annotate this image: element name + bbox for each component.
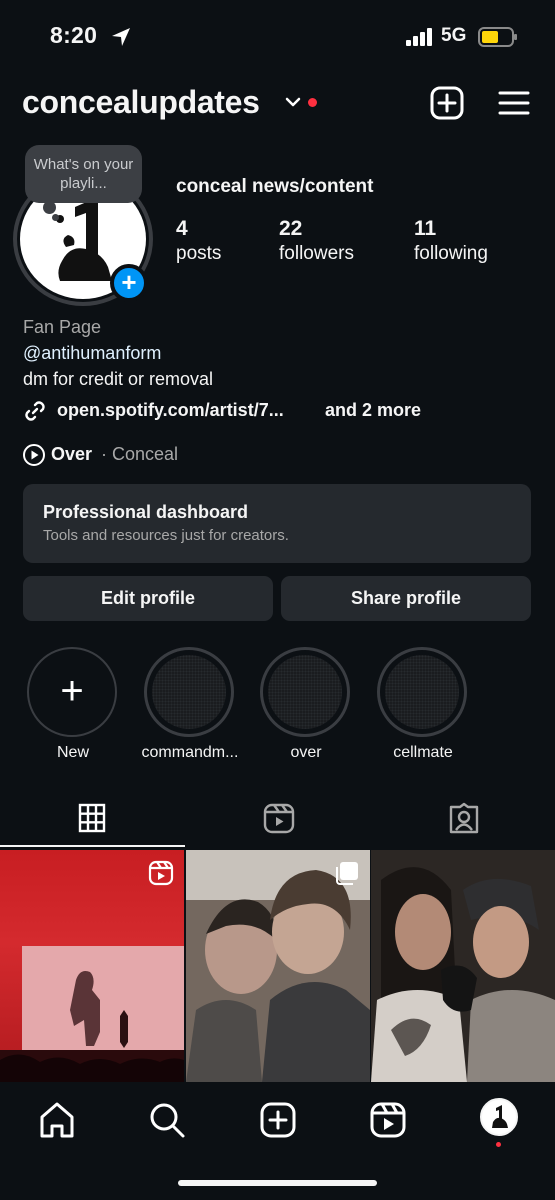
highlight-circle <box>144 647 234 737</box>
highlight-label: cellmate <box>393 744 453 761</box>
stat-value: 4 <box>176 217 188 240</box>
stat-posts[interactable]: 4 posts <box>176 217 221 267</box>
tagged-icon <box>449 802 479 834</box>
grid-icon <box>78 803 106 833</box>
dashboard-subtitle: Tools and resources just for creators. <box>43 527 289 544</box>
post-thumbnail[interactable] <box>0 850 184 1082</box>
avatar-logo-icon <box>492 1105 508 1128</box>
battery-icon <box>478 27 517 47</box>
tab-reels[interactable] <box>185 798 370 848</box>
stat-following[interactable]: 11 following <box>414 217 488 267</box>
highlight-circle <box>377 647 467 737</box>
share-profile-button[interactable]: Share profile <box>281 576 531 621</box>
bio-mention-link[interactable]: @antihumanform <box>23 343 161 364</box>
search-icon[interactable] <box>147 1100 187 1140</box>
professional-dashboard[interactable]: Professional dashboard Tools and resourc… <box>23 484 531 563</box>
create-icon[interactable] <box>258 1100 298 1140</box>
profile-music-artist: · Conceal <box>101 444 179 464</box>
chevron-down-icon[interactable] <box>285 96 301 108</box>
stat-value: 11 <box>414 217 437 240</box>
highlight-new[interactable]: + New <box>27 647 119 761</box>
highlight-cover <box>385 655 459 729</box>
note-tail <box>43 201 56 214</box>
reels-icon <box>148 860 174 886</box>
highlight-label: New <box>56 744 89 761</box>
highlight-item[interactable]: over <box>260 647 352 761</box>
posts-grid <box>0 850 555 1082</box>
plus-icon: + <box>121 267 137 297</box>
highlight-cover <box>152 655 226 729</box>
username-switcher[interactable]: concealupdates <box>22 84 260 121</box>
stat-label: following <box>414 243 488 264</box>
home-indicator[interactable] <box>178 1180 377 1186</box>
profile-header: concealupdates <box>0 82 555 126</box>
link-icon <box>25 401 45 421</box>
profile-music-title[interactable]: Over <box>51 444 92 465</box>
home-icon[interactable] <box>37 1100 77 1140</box>
status-bar: 8:20 5G <box>0 0 555 72</box>
reels-icon <box>263 803 295 834</box>
cellular-signal-icon <box>406 28 432 46</box>
stat-label: posts <box>176 243 222 264</box>
bio-category: Fan Page <box>23 317 102 337</box>
post-thumbnail[interactable] <box>186 850 370 1082</box>
highlight-item[interactable]: commandm... <box>142 647 238 761</box>
dashboard-title: Professional dashboard <box>43 502 249 522</box>
highlight-label: commandm... <box>141 744 239 761</box>
couple-photo <box>371 850 555 1082</box>
note-bubble[interactable]: What's on your playli... <box>25 145 142 203</box>
tab-posts-grid[interactable] <box>0 798 185 848</box>
bio-text: dm for credit or removal <box>23 369 214 389</box>
tab-tagged[interactable] <box>370 798 555 848</box>
display-name: conceal news/content <box>176 176 374 197</box>
notification-dot <box>308 98 317 107</box>
add-story-button[interactable]: + <box>110 264 148 302</box>
note-tail-small <box>52 214 59 221</box>
profile-tab-avatar[interactable] <box>480 1098 518 1136</box>
profile-tabs <box>0 798 555 848</box>
network-type: 5G <box>441 25 467 46</box>
bio-external-link[interactable]: open.spotify.com/artist/7... <box>57 400 284 421</box>
play-circle-icon[interactable] <box>22 443 46 467</box>
stat-value: 22 <box>279 217 303 240</box>
status-time: 8:20 <box>50 22 98 48</box>
bio-more-links[interactable]: and 2 more <box>325 400 421 421</box>
stat-followers[interactable]: 22 followers <box>279 217 354 267</box>
location-arrow-icon <box>112 28 130 46</box>
highlight-item[interactable]: cellmate <box>377 647 469 761</box>
notification-dot <box>496 1142 501 1147</box>
tab-active-indicator <box>0 845 185 847</box>
reels-icon[interactable] <box>368 1100 408 1140</box>
carousel-icon <box>336 862 358 885</box>
edit-profile-button[interactable]: Edit profile <box>23 576 273 621</box>
post-thumbnail[interactable] <box>371 850 555 1082</box>
menu-icon[interactable] <box>498 90 530 116</box>
highlight-label: over <box>290 744 322 761</box>
stat-label: followers <box>279 243 354 264</box>
create-post-icon[interactable] <box>430 86 464 120</box>
highlight-circle <box>260 647 350 737</box>
plus-icon: + <box>60 669 84 713</box>
highlight-new-circle: + <box>27 647 117 737</box>
highlight-cover <box>268 655 342 729</box>
